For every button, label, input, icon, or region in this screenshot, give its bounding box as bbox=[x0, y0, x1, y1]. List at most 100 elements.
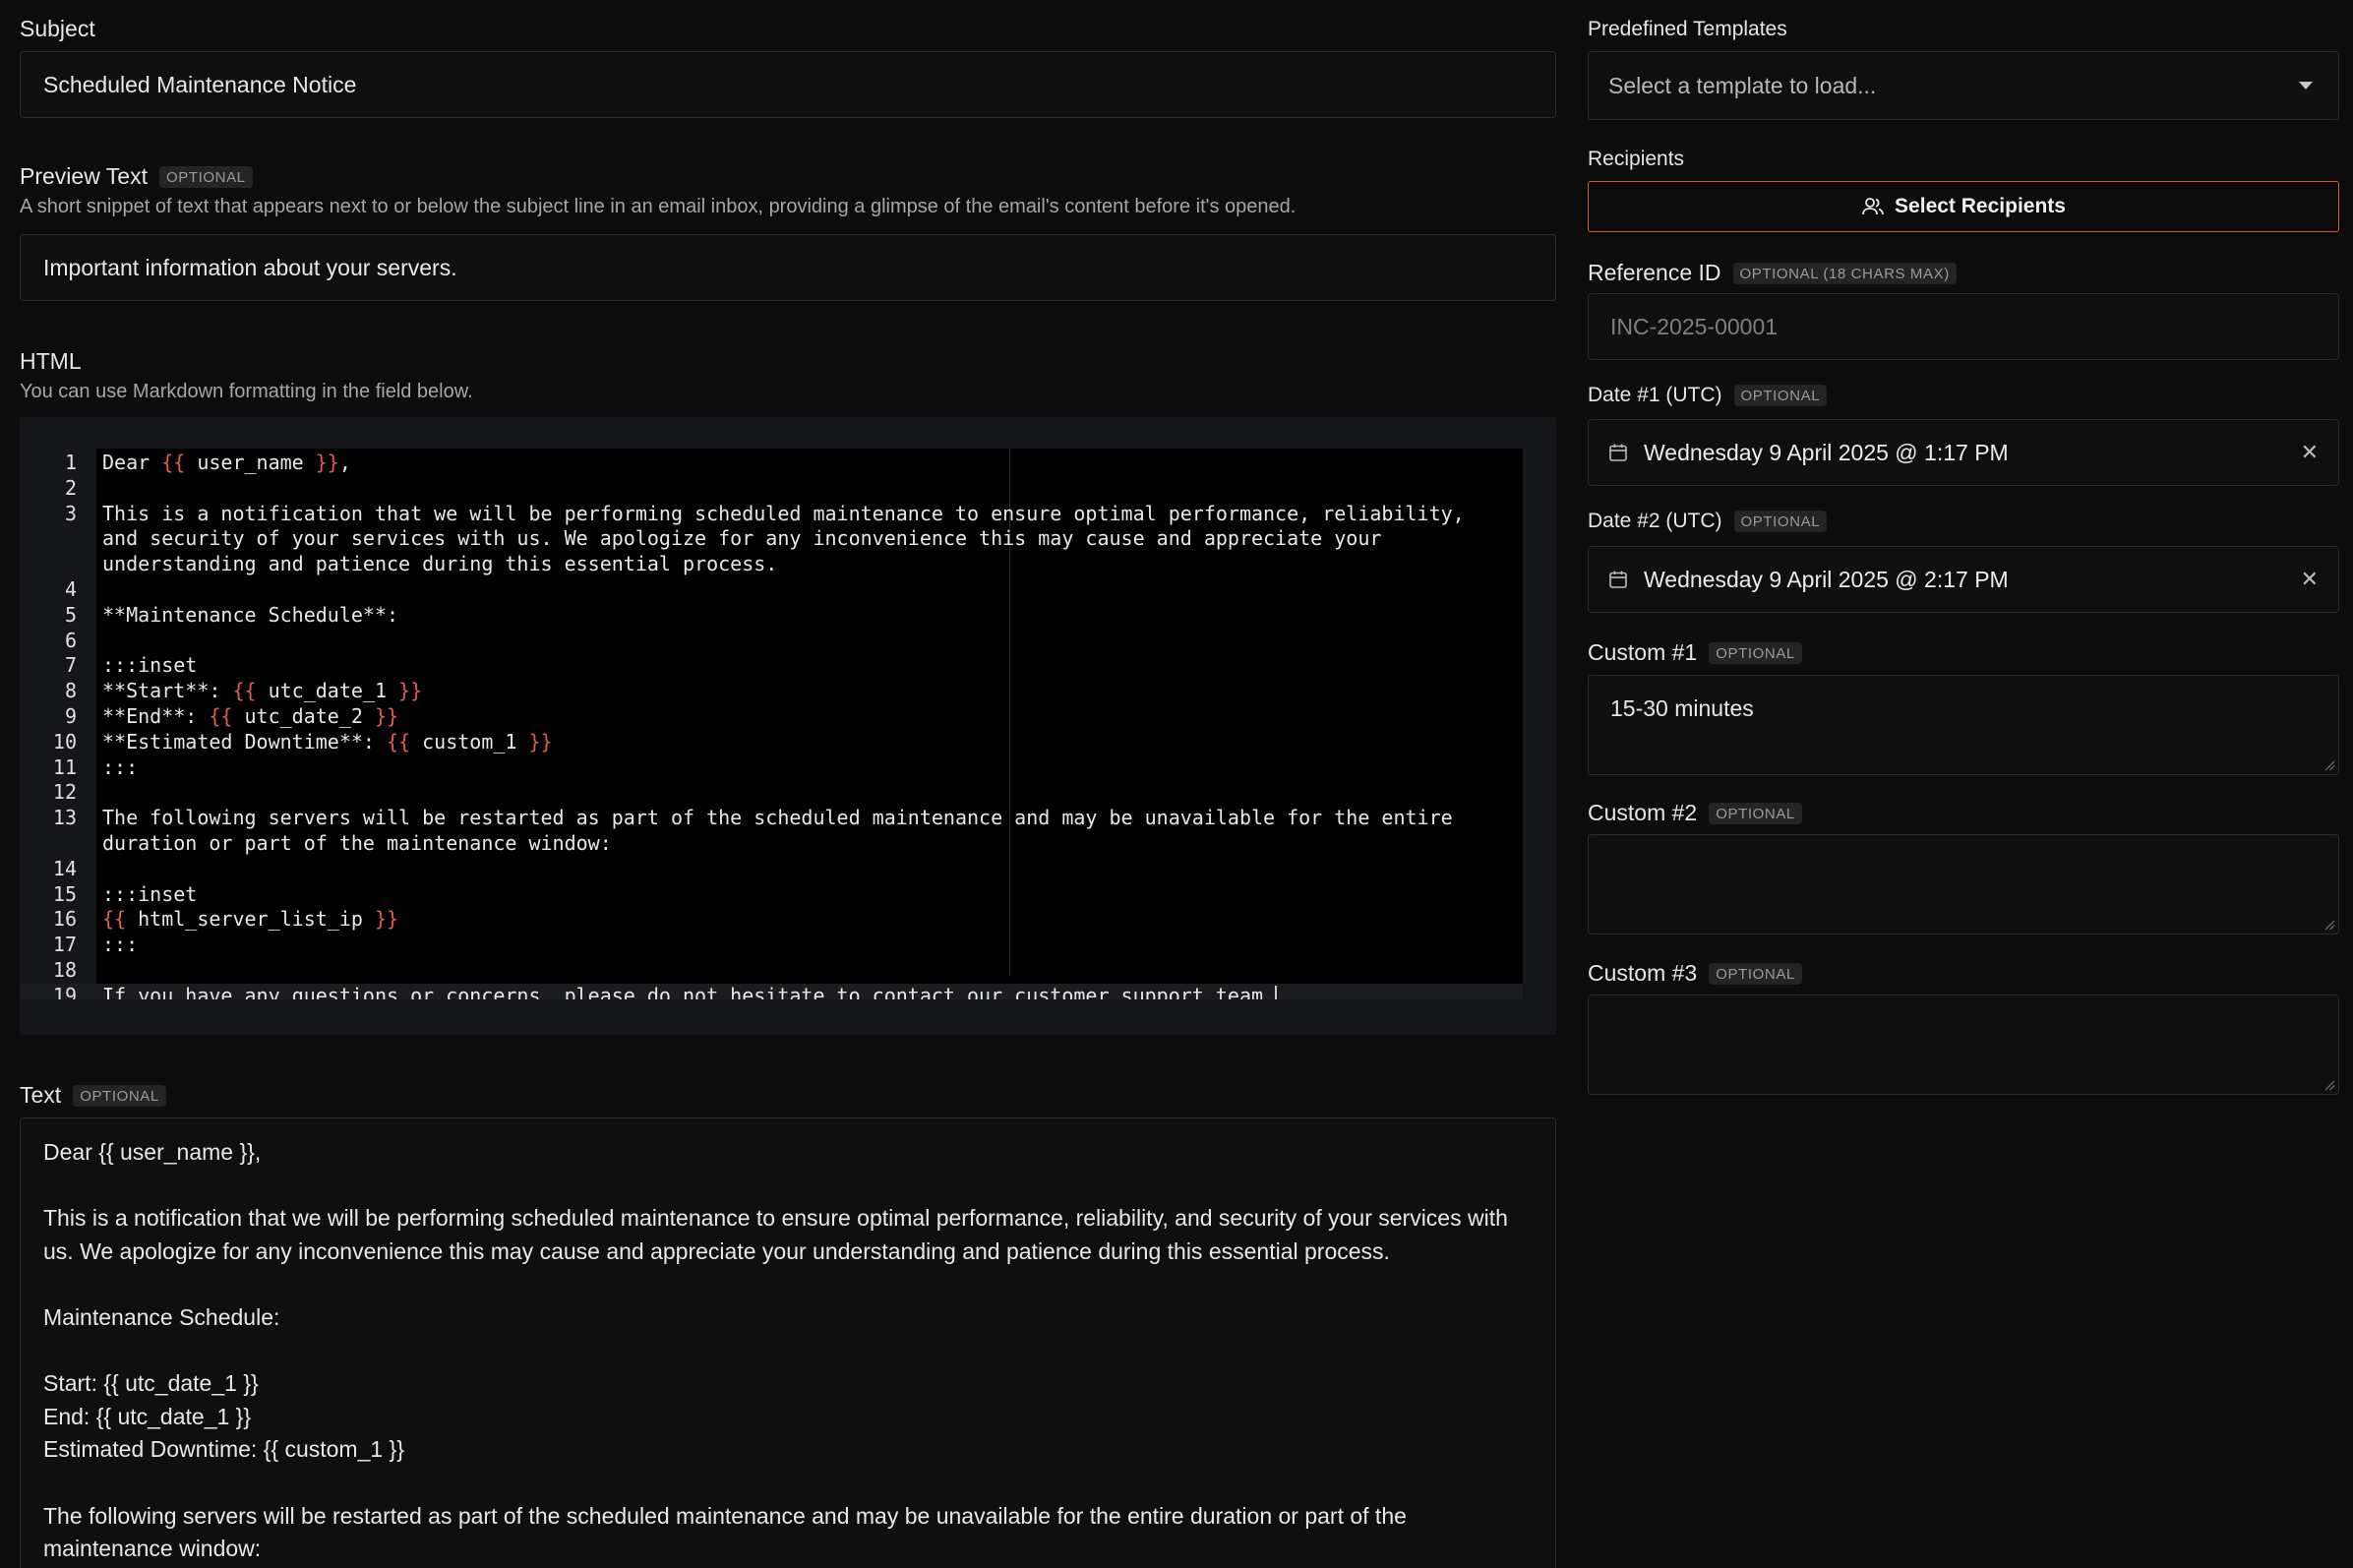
optional-badge: OPTIONAL bbox=[1733, 385, 1828, 406]
optional-badge: OPTIONAL (18 CHARS MAX) bbox=[1732, 262, 1957, 284]
template-brace: {{ bbox=[232, 679, 257, 703]
line-number: 12 bbox=[52, 780, 77, 805]
line-number: 16 bbox=[52, 907, 77, 932]
templates-label-text: Predefined Templates bbox=[1588, 18, 1787, 40]
code-line: 17::: bbox=[20, 933, 1523, 958]
code-line-text: :::inset bbox=[102, 653, 1499, 679]
text-paragraph bbox=[43, 1268, 1533, 1301]
text-label: Text OPTIONAL bbox=[20, 1082, 166, 1109]
resize-handle-icon[interactable] bbox=[2323, 919, 2335, 931]
subject-value: Scheduled Maintenance Notice bbox=[43, 71, 357, 97]
code-line-text: This is a notification that we will be p… bbox=[102, 502, 1499, 577]
text-paragraph: Dear {{ user_name }}, bbox=[43, 1139, 262, 1165]
template-brace: {{ bbox=[161, 451, 186, 474]
code-line-text: **Maintenance Schedule**: bbox=[102, 603, 1499, 629]
close-icon[interactable]: ✕ bbox=[2301, 567, 2319, 592]
recipients-label-text: Recipients bbox=[1588, 148, 1685, 170]
code-line-text: If you have any questions or concerns, p… bbox=[102, 984, 1499, 999]
optional-badge: OPTIONAL bbox=[158, 165, 253, 188]
code-line: 16 {{ html_server_list_ip }} bbox=[20, 907, 1523, 933]
html-help: You can use Markdown formatting in the f… bbox=[20, 381, 473, 402]
resize-handle-icon[interactable] bbox=[2323, 1079, 2335, 1091]
preview-text-input[interactable]: Important information about your servers… bbox=[20, 234, 1556, 301]
code-segment: html_server_list_ip bbox=[126, 907, 375, 932]
custom2-textarea[interactable] bbox=[1588, 834, 2339, 935]
templates-label: Predefined Templates bbox=[1588, 18, 1787, 41]
code-line: 7:::inset bbox=[20, 653, 1523, 679]
select-recipients-button[interactable]: Select Recipients bbox=[1588, 181, 2339, 232]
code-segment: :::inset bbox=[102, 653, 198, 678]
template-brace: }} bbox=[374, 703, 399, 728]
template-brace: {{ bbox=[102, 907, 127, 932]
text-paragraph: The following servers will be restarted … bbox=[43, 1502, 1414, 1562]
code-line-text: ::: bbox=[102, 755, 1499, 781]
calendar-icon bbox=[1609, 571, 1627, 588]
html-header: HTML You can use Markdown formatting in … bbox=[20, 348, 473, 403]
code-segment: :::inset bbox=[102, 881, 198, 906]
line-number: 8 bbox=[64, 679, 77, 703]
custom1-label: Custom #1 OPTIONAL bbox=[1588, 639, 1802, 666]
code-editor-surface[interactable]: 1 Dear {{ user_name }}, 2 3 This is a notifi… bbox=[20, 449, 1523, 999]
close-icon[interactable]: ✕ bbox=[2301, 440, 2319, 465]
line-number: 17 bbox=[52, 933, 77, 957]
plain-text-textarea[interactable]: Dear {{ user_name }}, This is a notifica… bbox=[20, 1117, 1556, 1568]
text-paragraph: End: {{ utc_date_1 }} bbox=[43, 1403, 252, 1429]
code-lines: 1 Dear {{ user_name }}, 2 3 This is a notifi… bbox=[20, 451, 1523, 999]
code-segment: If you have any questions or concerns, p… bbox=[102, 983, 1276, 999]
resize-handle-icon[interactable] bbox=[2323, 759, 2335, 771]
code-segment: This is a notification that we will be p… bbox=[102, 501, 1477, 576]
code-segment: utc_date_2 bbox=[232, 703, 375, 728]
text-paragraph: Estimated Downtime: {{ custom_1 }} bbox=[43, 1436, 404, 1463]
line-number: 13 bbox=[52, 806, 77, 830]
code-segment: **End**: bbox=[102, 703, 210, 728]
custom3-textarea[interactable] bbox=[1588, 995, 2339, 1095]
line-number: 5 bbox=[64, 602, 77, 627]
reference-id-label: Reference ID OPTIONAL (18 CHARS MAX) bbox=[1588, 260, 1957, 286]
recipients-label: Recipients bbox=[1588, 148, 1684, 171]
custom2-label: Custom #2 OPTIONAL bbox=[1588, 800, 1802, 826]
code-line-text: {{ html_server_list_ip }} bbox=[102, 907, 1499, 933]
template-brace: }} bbox=[528, 729, 553, 754]
subject-label: Subject bbox=[20, 16, 95, 42]
date2-picker[interactable]: Wednesday 9 April 2025 @ 2:17 PM ✕ bbox=[1588, 546, 2339, 613]
code-line-text: **End**: {{ utc_date_2 }} bbox=[102, 704, 1499, 730]
date2-label-text: Date #2 (UTC) bbox=[1588, 510, 1722, 532]
text-paragraph: Start: {{ utc_date_1 }} bbox=[43, 1370, 259, 1397]
template-select[interactable]: Select a template to load... bbox=[1588, 51, 2339, 120]
preview-text-header: Preview Text OPTIONAL A short snippet of… bbox=[20, 163, 1296, 218]
line-number: 10 bbox=[52, 729, 77, 754]
text-paragraph bbox=[43, 1467, 1533, 1500]
users-icon bbox=[1862, 198, 1884, 215]
text-label-text: Text bbox=[20, 1082, 62, 1108]
subject-input[interactable]: Scheduled Maintenance Notice bbox=[20, 51, 1556, 118]
code-segment: custom_1 bbox=[410, 729, 529, 754]
date1-value: Wednesday 9 April 2025 @ 1:17 PM bbox=[1644, 439, 2009, 465]
template-brace: {{ bbox=[386, 729, 411, 754]
date1-picker[interactable]: Wednesday 9 April 2025 @ 1:17 PM ✕ bbox=[1588, 419, 2339, 486]
html-label-text: HTML bbox=[20, 348, 82, 374]
code-line: 14 bbox=[20, 857, 1523, 882]
email-composer: Subject Scheduled Maintenance Notice Pre… bbox=[0, 0, 2353, 1568]
text-paragraph bbox=[43, 1170, 1533, 1203]
line-number: 14 bbox=[52, 856, 77, 880]
code-line: 5 **Maintenance Schedule**: bbox=[20, 603, 1523, 629]
code-segment: Dear bbox=[102, 451, 162, 474]
line-number: 2 bbox=[64, 475, 77, 500]
optional-badge: OPTIONAL bbox=[1709, 962, 1802, 985]
custom3-label: Custom #3 OPTIONAL bbox=[1588, 960, 1802, 987]
custom1-textarea[interactable]: 15-30 minutes bbox=[1588, 675, 2339, 775]
reference-id-input[interactable]: INC-2025-00001 bbox=[1588, 293, 2339, 360]
code-line: 3 This is a notification that we will be … bbox=[20, 502, 1523, 577]
code-segment: **Maintenance Schedule**: bbox=[102, 602, 399, 627]
html-label: HTML bbox=[20, 348, 473, 375]
code-segment: user_name bbox=[185, 451, 316, 474]
date1-label: Date #1 (UTC) OPTIONAL bbox=[1588, 384, 1828, 407]
line-number: 1 bbox=[64, 451, 77, 474]
line-number: 11 bbox=[52, 754, 77, 779]
line-number: 9 bbox=[64, 703, 77, 728]
code-line: 4 bbox=[20, 577, 1523, 603]
line-number: 7 bbox=[64, 653, 77, 678]
